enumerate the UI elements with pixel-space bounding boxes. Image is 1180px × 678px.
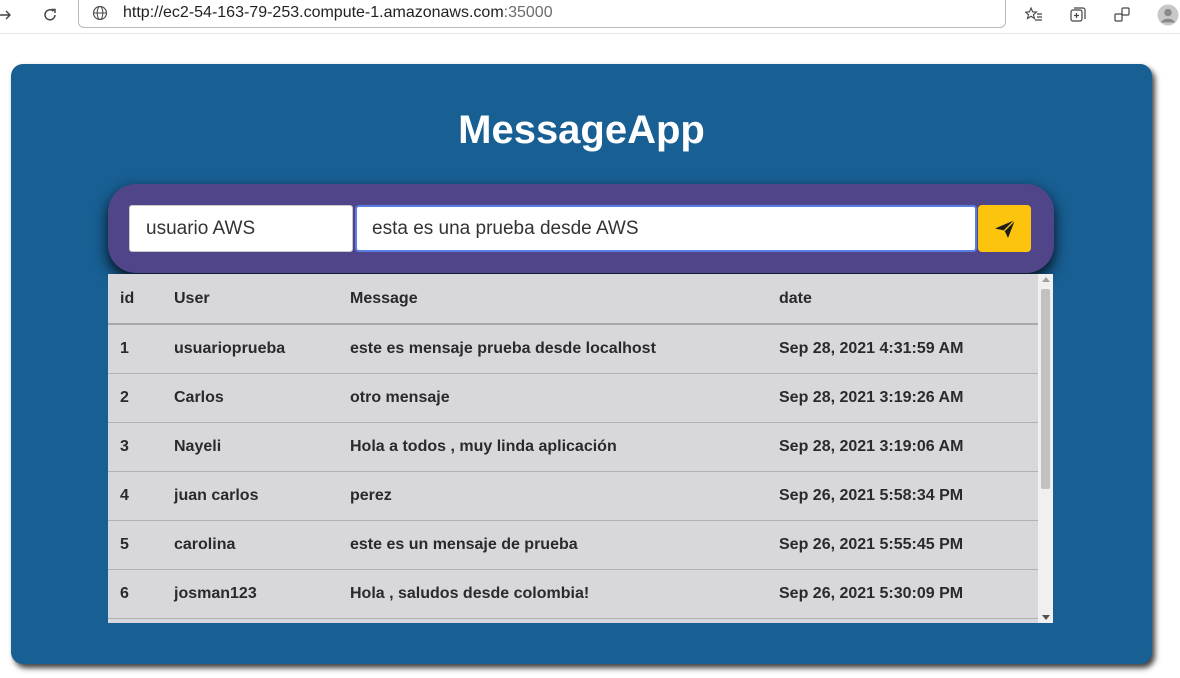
messages-table: id User Message date 1 usuarioprueba est… — [108, 274, 1038, 623]
cell-id: 3 — [108, 422, 174, 472]
cell-id: 2 — [108, 373, 174, 423]
cell-message — [350, 618, 779, 623]
globe-icon — [91, 4, 109, 22]
cell-id: 5 — [108, 520, 174, 570]
col-header-id: id — [108, 274, 174, 325]
cell-date: Sep 28, 2021 3:19:26 AM — [779, 373, 1038, 423]
message-input-value: esta es una prueba desde AWS — [372, 217, 639, 239]
scroll-up-arrow-icon[interactable] — [1042, 277, 1050, 282]
col-header-message: Message — [350, 274, 779, 325]
cell-message: perez — [350, 471, 779, 521]
browser-toolbar: http://ec2-54-163-79-253.compute-1.amazo… — [0, 0, 1180, 34]
cell-user: Carlos — [174, 373, 350, 423]
col-header-user: User — [174, 274, 350, 325]
cell-message: Hola , saludos desde colombia! — [350, 569, 779, 619]
favorites-list-icon[interactable] — [1021, 2, 1047, 28]
paper-plane-icon — [994, 219, 1015, 238]
message-app-card: MessageApp usuario AWS esta es una prueb… — [11, 64, 1152, 664]
cell-date: Sep 28, 2021 3:19:06 AM — [779, 422, 1038, 472]
user-input[interactable]: usuario AWS — [129, 205, 353, 252]
cell-user: josman123 — [174, 569, 350, 619]
cell-user: usuarioprueba — [174, 324, 350, 374]
cell-id: 6 — [108, 569, 174, 619]
cell-user — [174, 618, 350, 623]
cell-date: Sep 26, 2021 5:55:45 PM — [779, 520, 1038, 570]
cell-user: carolina — [174, 520, 350, 570]
message-composer: usuario AWS esta es una prueba desde AWS — [108, 184, 1054, 273]
table-row: 3 Nayeli Hola a todos , muy linda aplica… — [108, 422, 1038, 472]
url-host: http://ec2-54-163-79-253.compute-1.amazo… — [123, 3, 504, 21]
messages-table-container[interactable]: id User Message date 1 usuarioprueba est… — [108, 274, 1053, 623]
col-header-date: date — [779, 274, 1038, 325]
table-header-row: id User Message date — [108, 274, 1038, 325]
table-row — [108, 618, 1038, 623]
table-scrollbar[interactable] — [1038, 274, 1053, 623]
scroll-down-arrow-icon[interactable] — [1042, 615, 1050, 620]
cell-date: Sep 28, 2021 4:31:59 AM — [779, 324, 1038, 374]
cell-user: juan carlos — [174, 471, 350, 521]
extensions-icon[interactable] — [1109, 2, 1135, 28]
cell-message: este es mensaje prueba desde localhost — [350, 324, 779, 374]
cell-date — [779, 618, 1038, 623]
table-row: 4 juan carlos perez Sep 26, 2021 5:58:34… — [108, 471, 1038, 521]
cell-id: 4 — [108, 471, 174, 521]
cell-message: otro mensaje — [350, 373, 779, 423]
message-input[interactable]: esta es una prueba desde AWS — [355, 205, 977, 252]
table-row: 2 Carlos otro mensaje Sep 28, 2021 3:19:… — [108, 373, 1038, 423]
cell-user: Nayeli — [174, 422, 350, 472]
cell-id — [108, 618, 174, 623]
app-title: MessageApp — [458, 108, 705, 152]
cell-date: Sep 26, 2021 5:58:34 PM — [779, 471, 1038, 521]
send-button[interactable] — [978, 205, 1031, 252]
cell-date: Sep 26, 2021 5:30:09 PM — [779, 569, 1038, 619]
table-row: 1 usuarioprueba este es mensaje prueba d… — [108, 324, 1038, 374]
profile-avatar-icon[interactable] — [1155, 2, 1180, 28]
forward-icon[interactable] — [0, 2, 18, 28]
cell-message: Hola a todos , muy linda aplicación — [350, 422, 779, 472]
cell-message: este es un mensaje de prueba — [350, 520, 779, 570]
collections-icon[interactable] — [1065, 2, 1091, 28]
user-input-value: usuario AWS — [146, 217, 256, 239]
reload-icon[interactable] — [37, 2, 63, 28]
scrollbar-thumb[interactable] — [1041, 289, 1050, 489]
table-row: 5 carolina este es un mensaje de prueba … — [108, 520, 1038, 570]
url-text: http://ec2-54-163-79-253.compute-1.amazo… — [123, 4, 553, 22]
cell-id: 1 — [108, 324, 174, 374]
table-row: 6 josman123 Hola , saludos desde colombi… — [108, 569, 1038, 619]
url-port: :35000 — [503, 3, 553, 21]
address-bar[interactable]: http://ec2-54-163-79-253.compute-1.amazo… — [78, 0, 1006, 28]
